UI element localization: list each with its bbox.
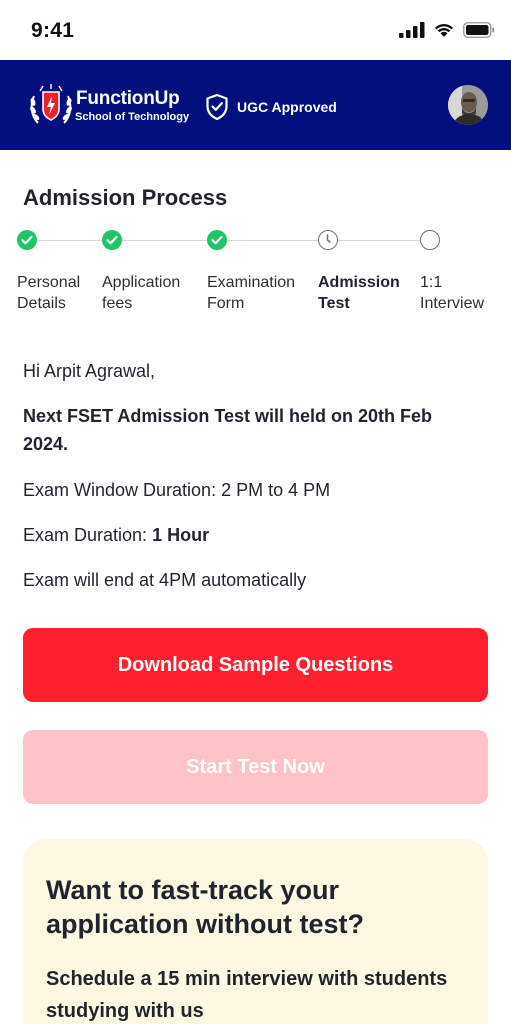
step-5-pending-icon [420,230,440,250]
page-title: Admission Process [23,185,228,210]
step-2-completed-icon [102,230,122,250]
wifi-icon [435,24,453,37]
status-icons [399,22,495,38]
functionup-logo-icon[interactable] [28,83,74,129]
step-label-interview: 1:1 Interview [420,274,485,312]
exam-end-note: Exam will end at 4PM automatically [23,570,307,590]
step-1-completed-icon [17,230,37,250]
exam-window-label: Exam Window Duration: [23,480,217,500]
exam-duration-row: Exam Duration: 1 Hour [23,521,209,549]
avatar-photo-icon [448,85,488,125]
brand-name: FunctionUp [76,88,180,109]
step-label-personal-details: Personal Details [17,274,81,312]
app-header: FunctionUp School of Technology UGC Appr… [0,60,511,150]
battery-icon [463,22,495,38]
exam-duration-label: Exam Duration: [23,525,148,545]
exam-window-row: Exam Window Duration: 2 PM to 4 PM [23,476,330,504]
status-bar: 9:41 [0,0,511,60]
status-time: 9:41 [31,19,75,42]
step-label-application-fees: Application fees [102,274,181,312]
fast-track-title: Want to fast-track your application with… [46,875,364,939]
brand-subtitle: School of Technology [75,111,190,123]
step-3-completed-icon [207,230,227,250]
step-label-admission-test: Admission Test [318,274,400,312]
fast-track-description: Schedule a 15 min interview with student… [46,968,448,1022]
ugc-approved-badge: UGC Approved [237,99,337,115]
shield-check-icon [206,93,228,121]
exam-duration-value: 1 Hour [152,525,210,545]
start-test-button[interactable]: Start Test Now [23,730,488,804]
cellular-signal-icon [399,22,425,38]
download-sample-questions-button[interactable]: Download Sample Questions [23,628,488,702]
greeting-text: Hi Arpit Agrawal, [23,361,156,381]
exam-window-value: 2 PM to 4 PM [221,480,331,500]
stepper-track [28,240,430,241]
user-avatar[interactable] [448,85,488,125]
step-label-examination-form: Examination Form [207,274,296,312]
test-date-announcement: Next FSET Admission Test will held on 20… [23,406,433,454]
step-4-clock-icon [318,230,338,250]
